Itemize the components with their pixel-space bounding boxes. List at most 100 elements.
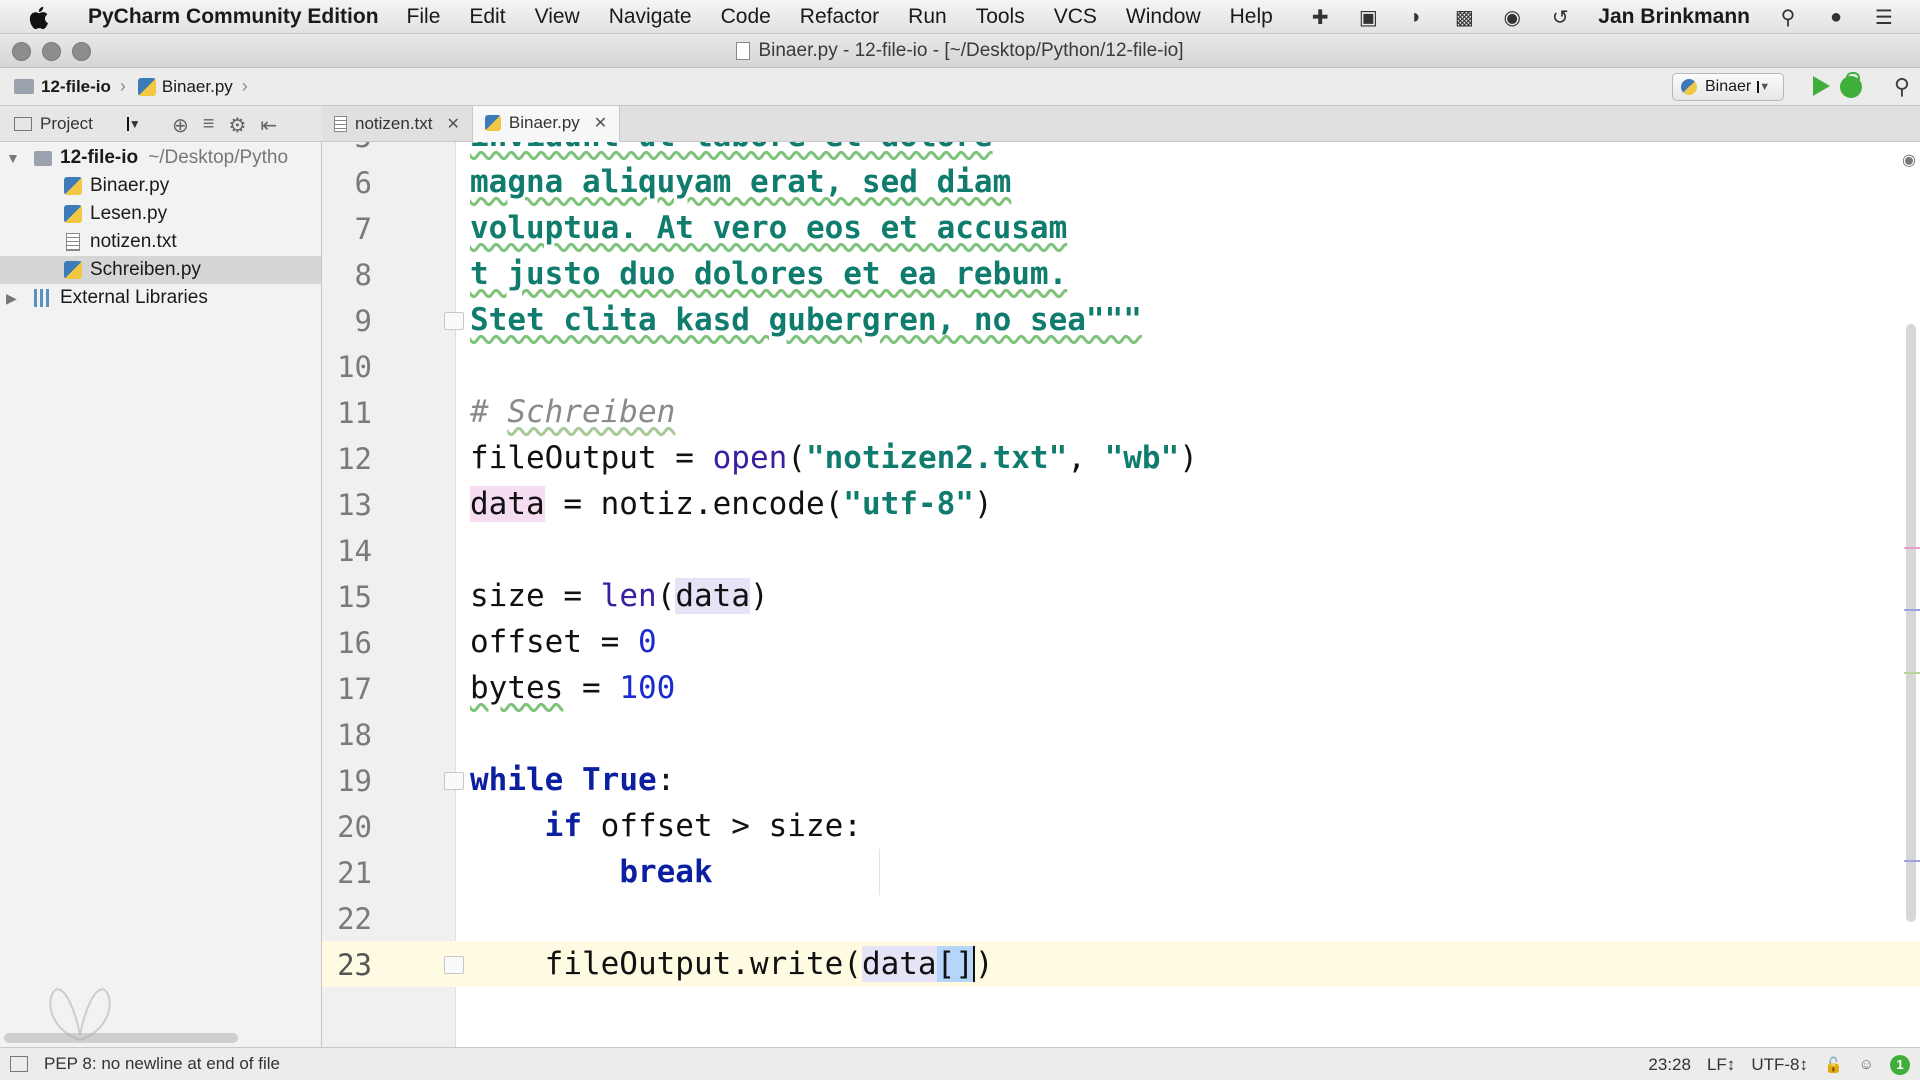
code-editor[interactable]: 5 invidunt ut labore et dolore 6 magna a… [322, 142, 1920, 1047]
editor-vertical-scrollbar[interactable] [1906, 324, 1916, 922]
zoom-window-button[interactable] [72, 42, 91, 61]
collapse-all-icon[interactable]: ≡ [203, 113, 215, 138]
code-line[interactable]: 5 invidunt ut labore et dolore [322, 142, 1920, 159]
scroll-from-source-icon[interactable]: ⊕ [172, 113, 189, 138]
eye-icon[interactable]: ◉ [1902, 150, 1916, 170]
current-code-line[interactable]: 23 fileOutput.write(data[]) [322, 941, 1920, 987]
close-tab-icon[interactable]: ✕ [447, 114, 460, 134]
breadcrumb-project-label: 12-file-io [41, 76, 111, 96]
fold-marker-icon[interactable] [444, 312, 464, 330]
inspector-icon[interactable]: ☺ [1859, 1056, 1874, 1073]
tree-external-libraries[interactable]: ▶ External Libraries [0, 284, 321, 312]
search-everywhere-icon[interactable]: ⚲ [1894, 74, 1910, 100]
error-stripe-marker[interactable] [1904, 860, 1920, 862]
apple-icon[interactable] [28, 6, 66, 29]
siri-icon[interactable]: ● [1822, 5, 1850, 29]
code-line[interactable]: 20 if offset > size: [322, 803, 1920, 849]
code-line[interactable]: 9 Stet clita kasd gubergren, no sea""" [322, 297, 1920, 343]
code-line[interactable]: 22 [322, 895, 1920, 941]
code-text: while True: [470, 762, 676, 798]
tool-window-toggle-icon[interactable] [10, 1056, 28, 1072]
spotlight-search-icon[interactable]: ⚲ [1774, 5, 1802, 29]
line-number: 17 [337, 672, 372, 706]
editor-tab-bar: notizen.txt ✕ Binaer.py ✕ [322, 106, 1920, 142]
encoding-selector[interactable]: UTF-8↕ [1751, 1055, 1808, 1075]
code-text: fileOutput.write(data[]) [470, 946, 994, 982]
code-line[interactable]: 8 t justo duo dolores et ea rebum. [322, 251, 1920, 297]
code-text: break [619, 854, 713, 890]
expanded-arrow-icon[interactable]: ▼ [6, 150, 20, 166]
code-text: size = len(data) [470, 578, 769, 614]
plus-tray-icon[interactable]: ✚ [1306, 5, 1334, 29]
code-line[interactable]: 21 break [322, 849, 1920, 895]
project-view-selector[interactable]: Project [40, 114, 93, 134]
code-line[interactable]: 6 magna aliquyam erat, sed diam [322, 159, 1920, 205]
chevron-down-icon[interactable]: ▼ [126, 116, 141, 131]
error-stripe-marker[interactable] [1904, 547, 1920, 549]
menu-window[interactable]: Window [1126, 5, 1201, 29]
collapsed-arrow-icon[interactable]: ▶ [6, 290, 17, 307]
code-line[interactable]: 13 data = notiz.encode("utf-8") [322, 481, 1920, 527]
tree-file-lesen[interactable]: Lesen.py [0, 200, 321, 228]
code-line[interactable]: 18 [322, 711, 1920, 757]
code-line[interactable]: 14 [322, 527, 1920, 573]
camera-tray-icon[interactable]: ▩ [1450, 5, 1478, 29]
tab-binaer-py[interactable]: Binaer.py ✕ [472, 106, 621, 142]
menu-refactor[interactable]: Refactor [800, 5, 879, 29]
code-line[interactable]: 11 # Schreiben [322, 389, 1920, 435]
time-machine-icon[interactable]: ↺ [1546, 5, 1574, 29]
user-name-menu[interactable]: Jan Brinkmann [1598, 5, 1750, 29]
tree-root-folder[interactable]: ▼ 12-file-io ~/Desktop/Pytho [0, 144, 321, 172]
error-stripe-marker[interactable] [1904, 672, 1920, 674]
tree-file-schreiben[interactable]: Schreiben.py [0, 256, 321, 284]
code-line[interactable]: 12 fileOutput = open("notizen2.txt", "wb… [322, 435, 1920, 481]
fold-marker-icon[interactable] [444, 956, 464, 974]
chat-tray-icon[interactable]: ◉ [1498, 5, 1526, 29]
menu-help[interactable]: Help [1230, 5, 1273, 29]
hide-panel-icon[interactable]: ⇤ [260, 113, 277, 138]
menu-vcs[interactable]: VCS [1054, 5, 1097, 29]
line-number: 5 [322, 142, 372, 154]
code-line[interactable]: 17 bytes = 100 [322, 665, 1920, 711]
minimize-window-button[interactable] [42, 42, 61, 61]
navigation-bar: 12-file-io › Binaer.py › Binaer ▼ ⚲ [0, 68, 1920, 106]
notification-center-icon[interactable]: ☰ [1870, 5, 1898, 29]
menu-navigate[interactable]: Navigate [609, 5, 692, 29]
menu-file[interactable]: File [407, 5, 441, 29]
code-text: offset = 0 [470, 624, 657, 660]
leaf-tray-icon[interactable]: ◗ [1402, 5, 1430, 29]
menu-run[interactable]: Run [908, 5, 947, 29]
tree-file-binaer[interactable]: Binaer.py [0, 172, 321, 200]
root-folder-path: ~/Desktop/Pytho [148, 147, 289, 168]
error-stripe-marker[interactable] [1904, 609, 1920, 611]
menu-view[interactable]: View [535, 5, 580, 29]
project-panel-header: Project ▼ ⊕ ≡ ⚙ ⇤ [0, 106, 322, 142]
run-button[interactable] [1813, 76, 1830, 96]
breadcrumb-file[interactable]: Binaer.py › [137, 76, 248, 97]
code-line[interactable]: 7 voluptua. At vero eos et accusam [322, 205, 1920, 251]
code-line[interactable]: 16 offset = 0 [322, 619, 1920, 665]
menu-tools[interactable]: Tools [976, 5, 1025, 29]
menu-edit[interactable]: Edit [469, 5, 505, 29]
fold-marker-icon[interactable] [444, 772, 464, 790]
code-line[interactable]: 19 while True: [322, 757, 1920, 803]
lock-icon[interactable]: 🔓 [1824, 1056, 1843, 1074]
code-line[interactable]: 10 [322, 343, 1920, 389]
debug-bug-icon[interactable] [1840, 72, 1862, 98]
line-separator-selector[interactable]: LF↕ [1707, 1055, 1735, 1075]
code-line[interactable]: 15 size = len(data) [322, 573, 1920, 619]
line-number: 10 [337, 350, 372, 384]
run-configuration-dropdown[interactable]: Binaer ▼ [1672, 73, 1784, 101]
gear-icon[interactable]: ⚙ [228, 113, 246, 138]
menu-code[interactable]: Code [721, 5, 771, 29]
notifications-badge[interactable]: 1 [1890, 1054, 1910, 1075]
folder-icon [34, 150, 52, 166]
caret-position[interactable]: 23:28 [1648, 1055, 1691, 1075]
tab-notizen-txt[interactable]: notizen.txt ✕ [322, 106, 473, 142]
breadcrumb-project[interactable]: 12-file-io › [14, 76, 126, 97]
tree-file-notizen[interactable]: notizen.txt [0, 228, 321, 256]
screenflow-tray-icon[interactable]: ▣ [1354, 5, 1382, 29]
close-window-button[interactable] [12, 42, 31, 61]
app-name-menu[interactable]: PyCharm Community Edition [88, 5, 379, 29]
close-tab-icon[interactable]: ✕ [594, 113, 607, 133]
